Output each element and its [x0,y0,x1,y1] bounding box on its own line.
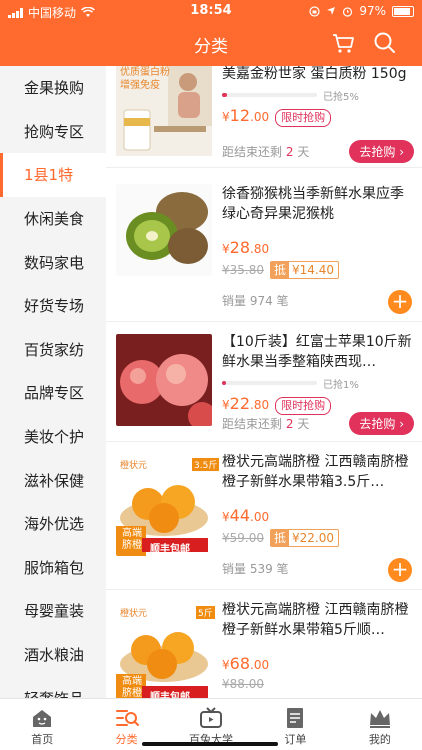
product-image [116,184,212,276]
product-card[interactable]: 【10斤装】红富士苹果10斤新鲜水果当季整箱陕西现… 已抢1% ¥22.80 限… [106,322,422,442]
sidebar-item-home-textile[interactable]: 百货家纺 [0,328,106,372]
sidebar-item-flash-sale[interactable]: 抢购专区 [0,110,106,154]
lock-rotation-icon [309,5,320,17]
grab-button[interactable]: 去抢购 › [349,140,414,163]
deduction-badge: 抵 ¥14.40 [270,261,340,279]
countdown-row: 距结束还剩 2 天 去抢购 › [222,140,414,163]
top-bar: 中国移动 18:54 97% 分类 [0,0,422,66]
image-weight: 3.5斤 [192,458,220,471]
sold-progress-bar [222,381,317,385]
sidebar-item-digital[interactable]: 数码家电 [0,240,106,284]
grab-button[interactable]: 去抢购 › [349,412,414,435]
product-name: 徐香猕猴桃当季新鲜水果应季绿心奇异果泥猴桃 [222,186,404,222]
sidebar-item-jewelry[interactable]: 轻奢饰品 [0,676,106,698]
countdown-text: 距结束还剩 2 天 [222,145,310,159]
sidebar-item-overseas[interactable]: 海外优选 [0,502,106,546]
home-indicator [142,742,278,746]
location-icon [327,7,336,15]
order-icon [287,708,304,728]
tab-mine[interactable]: 我的 [338,699,422,750]
image-label-2: 脐橙 [122,540,142,551]
tab-label: 我的 [368,733,391,746]
tv-icon [200,707,223,728]
product-price: ¥12.00 [222,106,270,125]
image-label-1: 高端 [122,676,142,687]
sales-row: 销量 539 笔 [222,560,414,577]
page-title: 分类 [194,37,228,57]
product-list: 优质蛋白粉 增强免疫 美嘉金粉世家 蛋白质粉 150g 已抢5% ¥12.00 … [106,66,422,698]
add-to-cart-button[interactable]: + [388,558,412,582]
category-sidebar: 金果换购 抢购专区 1县1特 休闲美食 数码家电 好货专场 百货家纺 品牌专区 … [0,66,106,698]
add-to-cart-button[interactable]: + [388,290,412,314]
image-banner: 顺丰包邮 [150,692,190,698]
tab-home[interactable]: 首页 [0,699,84,750]
home-icon [33,710,52,727]
status-bar: 中国移动 18:54 97% [0,0,422,22]
tab-label: 订单 [284,733,307,746]
sold-progress-label: 已抢1% [323,379,359,391]
image-brand: 橙状元 [120,609,148,619]
alarm-icon [343,6,353,17]
cart-icon[interactable] [330,30,356,56]
battery-percent: 97% [359,4,386,18]
product-card[interactable]: 橙状元 3.5斤 高端 脐橙 顺丰包邮 橙状元高端脐橙 江西赣南脐橙橙子新鲜水果… [106,442,422,590]
original-price: ¥35.80 [222,263,264,277]
image-brand: 橙状元 [120,461,148,471]
original-price: ¥59.00 [222,531,264,545]
tab-label: 首页 [31,733,54,746]
deduction-badge: 抵 ¥22.00 [270,529,340,547]
sidebar-item-snacks[interactable]: 休闲美食 [0,197,106,241]
image-label-1: 高端 [122,528,142,539]
product-card[interactable]: 优质蛋白粉 增强免疫 美嘉金粉世家 蛋白质粉 150g 已抢5% ¥12.00 … [106,66,422,168]
sidebar-item-county-specialty[interactable]: 1县1特 [0,153,106,197]
image-banner: 顺丰包邮 [150,544,190,555]
sidebar-item-brands[interactable]: 品牌专区 [0,371,106,415]
product-card[interactable]: 橙状元 5斤 高端 脐橙 顺丰包邮 橙状元高端脐橙 江西赣南脐橙橙子新鲜水果带箱… [106,590,422,698]
product-price: ¥44.00 [222,506,270,525]
category-icon [115,710,139,726]
sidebar-item-good-goods[interactable]: 好货专场 [0,284,106,328]
sidebar-item-apparel[interactable]: 服饰箱包 [0,546,106,590]
product-name: 橙状元高端脐橙 江西赣南脐橙橙子新鲜水果带箱5斤顺… [222,602,409,638]
countdown-text: 距结束还剩 2 天 [222,417,310,431]
product-image [116,334,212,426]
flash-sale-tag: 限时抢购 [275,109,332,127]
sidebar-item-liquor-grain[interactable]: 酒水粮油 [0,633,106,677]
product-price: ¥28.80 [222,238,270,257]
image-caption-2: 增强免疫 [120,80,160,91]
product-name: 【10斤装】红富士苹果10斤新鲜水果当季整箱陕西现… [222,334,412,370]
image-label-2: 脐橙 [122,688,142,698]
sold-progress-label: 已抢5% [323,91,359,103]
sidebar-item-baby[interactable]: 母婴童装 [0,589,106,633]
image-weight: 5斤 [196,606,215,619]
countdown-row: 距结束还剩 2 天 去抢购 › [222,412,414,435]
sidebar-item-beauty[interactable]: 美妆个护 [0,415,106,459]
sold-progress-bar [222,93,317,97]
product-price: ¥68.00 [222,654,270,673]
image-caption-1: 优质蛋白粉 [120,67,170,78]
tab-label: 分类 [115,733,138,746]
sales-count: 销量 974 笔 [222,294,289,308]
sidebar-item-jinguo[interactable]: 金果换购 [0,66,106,110]
product-price: ¥22.80 [222,394,270,413]
product-card[interactable]: 徐香猕猴桃当季新鲜水果应季绿心奇异果泥猴桃 ¥28.80 ¥35.80 抵 ¥14… [106,174,422,322]
battery-icon [392,5,414,17]
product-name: 美嘉金粉世家 蛋白质粉 150g [222,66,407,82]
sidebar-item-health[interactable]: 滋补保健 [0,458,106,502]
sales-count: 销量 539 笔 [222,562,289,576]
crown-icon [369,710,390,728]
search-icon[interactable] [372,30,398,56]
product-name: 橙状元高端脐橙 江西赣南脐橙橙子新鲜水果带箱3.5斤… [222,454,409,490]
sales-row: 销量 974 笔 [222,292,414,309]
original-price: ¥88.00 [222,677,264,691]
